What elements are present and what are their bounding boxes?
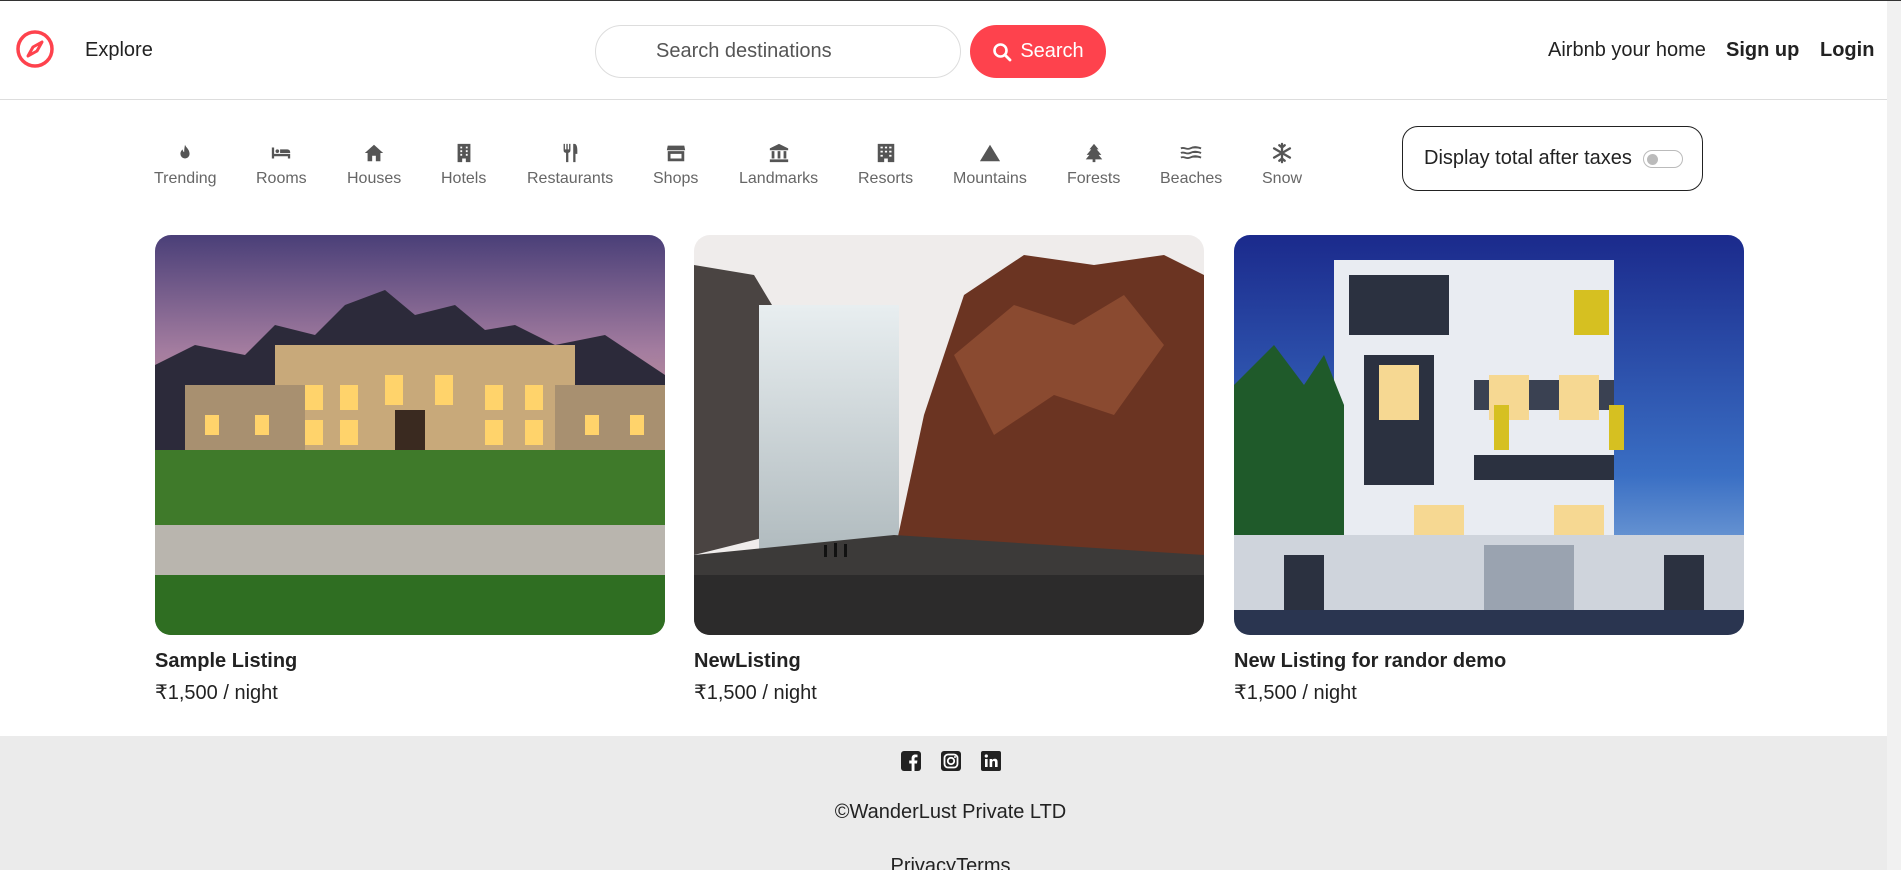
filter-label: Mountains xyxy=(953,170,1027,187)
search-button[interactable]: Search xyxy=(970,25,1106,78)
listing-title[interactable]: Sample Listing xyxy=(155,650,665,673)
listing-price: ₹1,500 / night xyxy=(155,682,278,704)
filter-forests[interactable]: Forests xyxy=(1067,142,1120,188)
listing-price: ₹1,500 / night xyxy=(694,682,817,704)
search-button-label: Search xyxy=(1020,40,1084,62)
tax-toggle-box[interactable]: Display total after taxes xyxy=(1402,126,1703,191)
filter-landmarks[interactable]: Landmarks xyxy=(739,142,818,188)
filter-label: Houses xyxy=(347,170,402,187)
listing-image[interactable] xyxy=(1234,235,1744,635)
listing-title[interactable]: New Listing for randor demo xyxy=(1234,650,1744,673)
mountain-icon xyxy=(953,142,1027,166)
listing-card[interactable]: New Listing for randor demo ₹1,500 / nig… xyxy=(1234,235,1744,705)
search-icon xyxy=(993,42,1012,61)
explore-link[interactable]: Explore xyxy=(85,39,153,62)
filter-restaurants[interactable]: Restaurants xyxy=(527,142,613,188)
facebook-icon[interactable] xyxy=(900,750,922,772)
filter-label: Restaurants xyxy=(527,170,614,187)
navbar: Explore Search Airbnb your home Sign up … xyxy=(0,1,1887,100)
filter-label: Hotels xyxy=(441,170,487,187)
filter-rooms[interactable]: Rooms xyxy=(256,142,307,188)
listing-price: ₹1,500 / night xyxy=(1234,682,1357,704)
filter-resorts[interactable]: Resorts xyxy=(858,142,913,188)
linkedin-icon[interactable] xyxy=(980,750,1002,772)
water-icon xyxy=(1160,142,1222,166)
filter-trending[interactable]: Trending xyxy=(154,142,217,188)
landmark-icon xyxy=(739,142,818,166)
login-link[interactable]: Login xyxy=(1820,39,1874,62)
filter-label: Resorts xyxy=(858,170,914,187)
fire-icon xyxy=(154,142,217,166)
toggle-knob xyxy=(1647,154,1658,165)
search-input[interactable] xyxy=(595,25,961,78)
instagram-icon[interactable] xyxy=(940,750,962,772)
filter-shops[interactable]: Shops xyxy=(653,142,698,188)
hotel-icon xyxy=(441,142,486,166)
filter-label: Forests xyxy=(1067,170,1121,187)
filter-hotels[interactable]: Hotels xyxy=(441,142,486,188)
house-icon xyxy=(347,142,401,166)
airbnb-your-home-link[interactable]: Airbnb your home xyxy=(1548,39,1706,62)
bed-icon xyxy=(256,142,307,166)
social-links xyxy=(0,750,1901,772)
building-icon xyxy=(858,142,913,166)
filter-label: Beaches xyxy=(1160,170,1223,187)
filter-label: Rooms xyxy=(256,170,307,187)
utensils-icon xyxy=(527,142,613,166)
signup-link[interactable]: Sign up xyxy=(1726,39,1799,62)
snowflake-icon xyxy=(1262,142,1302,166)
tax-toggle-label: Display total after taxes xyxy=(1424,147,1632,169)
filter-mountains[interactable]: Mountains xyxy=(953,142,1027,188)
page: Explore Search Airbnb your home Sign up … xyxy=(0,0,1901,870)
tree-icon xyxy=(1067,142,1120,166)
filter-label: Trending xyxy=(154,170,217,187)
listing-card[interactable]: Sample Listing ₹1,500 / night xyxy=(155,235,665,705)
scrollbar[interactable] xyxy=(1887,1,1901,870)
footer: ©WanderLust Private LTD PrivacyTerms xyxy=(0,736,1887,870)
listing-image[interactable] xyxy=(155,235,665,635)
compass-icon[interactable] xyxy=(15,29,55,69)
copyright-text: ©WanderLust Private LTD xyxy=(834,801,1067,823)
footer-links: PrivacyTerms xyxy=(0,855,1901,870)
filter-beaches[interactable]: Beaches xyxy=(1160,142,1222,188)
filter-label: Shops xyxy=(653,170,699,187)
filter-houses[interactable]: Houses xyxy=(347,142,401,188)
tax-toggle-switch[interactable] xyxy=(1643,150,1683,168)
listing-card[interactable]: NewListing ₹1,500 / night xyxy=(694,235,1204,705)
listing-image[interactable] xyxy=(694,235,1204,635)
privacy-link[interactable]: Privacy xyxy=(890,855,956,870)
filter-label: Snow xyxy=(1262,170,1303,187)
listing-title[interactable]: NewListing xyxy=(694,650,1204,673)
filter-label: Landmarks xyxy=(739,170,819,187)
terms-link[interactable]: Terms xyxy=(956,855,1010,870)
shop-icon xyxy=(653,142,698,166)
filter-snow[interactable]: Snow xyxy=(1262,142,1302,188)
